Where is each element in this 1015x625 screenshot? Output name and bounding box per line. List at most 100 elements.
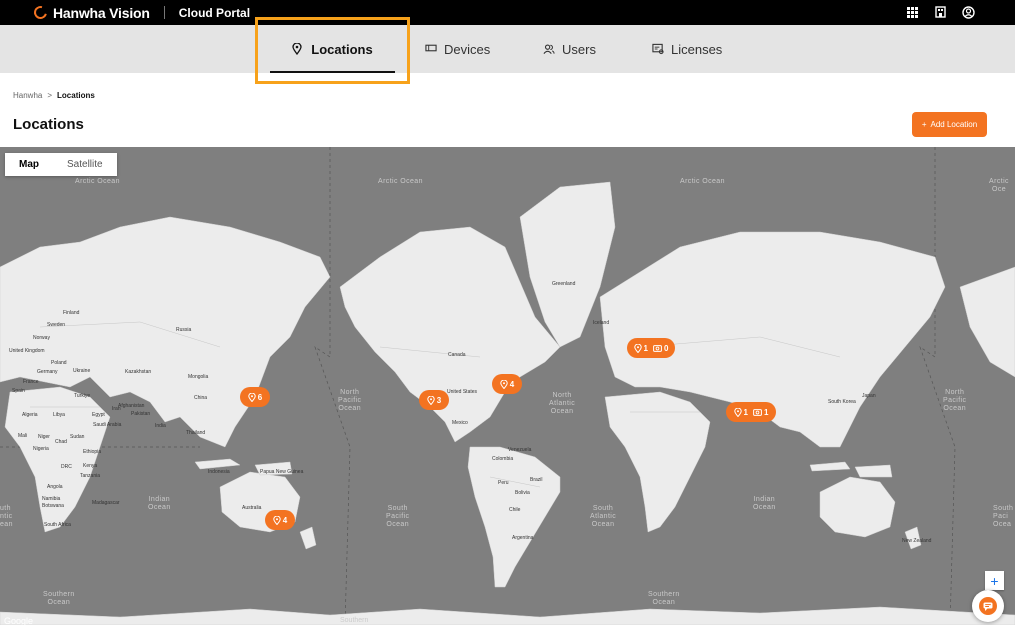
place-label: Thailand (186, 430, 206, 436)
place-label: Namibia (42, 496, 61, 502)
ocean-label: Arctic Ocean (680, 178, 725, 185)
place-label: Ukraine (73, 368, 91, 374)
ocean-label: North Pacific Ocean (943, 389, 967, 412)
place-label: Poland (51, 360, 67, 366)
place-label: Kazakhstan (125, 369, 152, 375)
ocean-label: Arctic Oce (989, 178, 1009, 193)
place-label: Libya (53, 412, 65, 418)
tab-label: Licenses (671, 41, 723, 57)
marker-location-count: 4 (282, 515, 288, 525)
main-nav: Locations Devices Users Licenses (0, 25, 1015, 73)
marker-device-count: 1 (764, 407, 769, 417)
map-pin-icon (427, 395, 435, 405)
place-label: Australia (242, 505, 262, 511)
place-label: Saudi Arabia (93, 422, 122, 428)
apps-grid-icon[interactable] (905, 5, 919, 19)
tab-label: Devices (444, 41, 491, 57)
tab-users[interactable]: Users (543, 25, 596, 73)
place-label: Canada (448, 352, 466, 358)
breadcrumb-separator: > (47, 91, 53, 100)
place-label: Mexico (452, 420, 468, 426)
place-label: South Africa (44, 522, 71, 528)
place-label: United States (447, 389, 478, 395)
license-icon (652, 43, 664, 55)
place-label: Botswana (42, 503, 64, 509)
tab-licenses[interactable]: Licenses (652, 25, 722, 73)
device-icon (425, 43, 437, 55)
place-label: Chile (509, 507, 521, 513)
satellite-view-option[interactable]: Satellite (53, 153, 117, 176)
place-label: Norway (33, 335, 50, 341)
location-cluster-marker[interactable]: 3 (419, 390, 449, 410)
place-label: Sweden (47, 322, 66, 328)
place-label: Greenland (552, 281, 576, 287)
place-label: Finland (63, 310, 80, 316)
zoom-in-button[interactable]: + (985, 571, 1004, 590)
place-label: Bolivia (515, 490, 530, 496)
ocean-label: South Atlantic Ocean (590, 505, 617, 528)
hanwha-logo-icon (31, 3, 50, 22)
place-label: Ethiopia (83, 449, 102, 455)
breadcrumb-root[interactable]: Hanwha (13, 91, 42, 100)
place-label: Germany (37, 369, 58, 375)
place-label: Mali (18, 433, 28, 439)
tab-label: Users (562, 41, 596, 57)
brand[interactable]: Hanwha Vision Cloud Portal (31, 3, 251, 22)
ocean-label: Indian Ocean (753, 496, 776, 511)
add-location-button[interactable]: + Add Location (912, 112, 987, 137)
ocean-label: Southern Ocean (43, 591, 75, 606)
brand-divider (163, 6, 165, 19)
marker-location-count: 6 (257, 392, 263, 402)
location-device-marker[interactable]: 1 1 (726, 402, 776, 422)
place-label: Angola (47, 484, 63, 490)
place-label: France (23, 379, 39, 385)
camera-icon (653, 345, 662, 352)
ocean-label: South Paci Ocea (993, 505, 1014, 528)
marker-device-count: 0 (664, 343, 669, 353)
location-cluster-marker[interactable]: 6 (240, 387, 270, 407)
place-label: Colombia (492, 456, 514, 462)
place-label: Mongolia (188, 374, 209, 380)
map-type-toggle: Map Satellite (5, 153, 117, 176)
place-label: Kenya (83, 463, 98, 469)
map-attribution: Google (4, 616, 34, 625)
place-label: Indonesia (208, 469, 230, 475)
place-label: Sudan (70, 434, 85, 440)
place-label: India (155, 423, 166, 429)
ocean-label: Arctic Ocean (75, 178, 120, 185)
marker-location-count: 4 (509, 379, 515, 389)
ocean-label: North Atlantic Ocean (549, 392, 576, 415)
place-label: Papua New Guinea (260, 469, 304, 475)
map-pin-icon (292, 43, 304, 55)
place-label: Chad (55, 439, 67, 445)
place-label: Venezuela (508, 447, 532, 453)
locations-map[interactable]: Map Satellite Arctic Ocean Arctic Ocean … (0, 147, 1015, 625)
place-label: Madagascar (92, 500, 120, 506)
map-pin-icon (500, 379, 508, 389)
chat-support-button[interactable] (972, 590, 1004, 622)
ocean-label: Indian Ocean (148, 496, 171, 511)
place-label: Algeria (22, 412, 38, 418)
tab-locations[interactable]: Locations (270, 25, 395, 73)
ocean-label: South Pacific Ocean (386, 505, 410, 528)
ocean-label: Southern (340, 617, 369, 624)
location-cluster-marker[interactable]: 4 (265, 510, 295, 530)
place-label: Egypt (92, 412, 105, 418)
camera-icon (753, 409, 762, 416)
map-pin-icon (273, 515, 281, 525)
building-icon[interactable] (933, 5, 947, 19)
place-label: United Kingdom (9, 348, 45, 354)
place-label: Brazil (530, 477, 543, 483)
place-label: New Zealand (902, 538, 932, 544)
place-label: Afghanistan (118, 403, 145, 409)
tab-devices[interactable]: Devices (425, 25, 490, 73)
page-title: Locations (13, 116, 84, 133)
map-view-option[interactable]: Map (5, 153, 53, 176)
place-label: Iceland (593, 320, 610, 326)
location-cluster-marker[interactable]: 4 (492, 374, 522, 394)
portal-name: Cloud Portal (178, 5, 251, 20)
user-account-icon[interactable] (961, 5, 975, 19)
ocean-label: North Pacific Ocean (338, 389, 362, 412)
location-device-marker[interactable]: 1 0 (627, 338, 675, 358)
place-label: South Korea (828, 399, 856, 405)
